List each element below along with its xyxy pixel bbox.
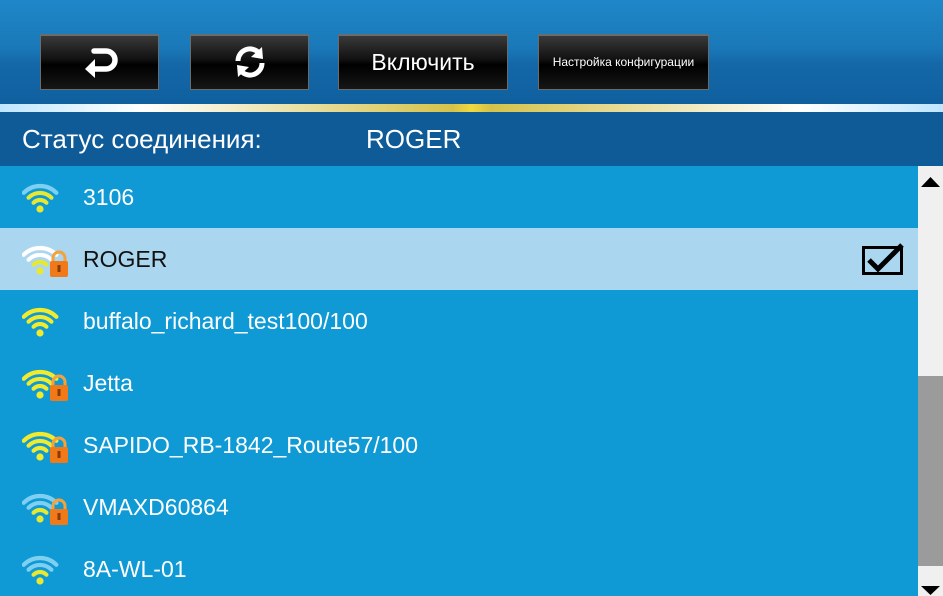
network-ssid: VMAXD60864 bbox=[83, 494, 229, 520]
network-row[interactable]: buffalo_richard_test100/100 bbox=[0, 290, 918, 352]
refresh-icon bbox=[234, 46, 265, 78]
scrollbar-thumb[interactable] bbox=[918, 376, 943, 566]
list-scrollbar[interactable] bbox=[918, 166, 943, 596]
back-button[interactable] bbox=[40, 34, 159, 90]
back-arrow-icon bbox=[84, 48, 118, 78]
enable-button-label: Включить bbox=[371, 48, 475, 75]
wifi-secured-icon bbox=[21, 240, 74, 278]
refresh-button[interactable] bbox=[190, 34, 309, 90]
wifi-signal-icon bbox=[21, 302, 74, 340]
scroll-down-button[interactable] bbox=[918, 566, 943, 596]
config-settings-button-label: Настройка конфигурации bbox=[552, 55, 695, 69]
wifi-secured-icon bbox=[21, 488, 74, 526]
network-row[interactable]: VMAXD60864 bbox=[0, 476, 918, 538]
connection-status-bar: Статус соединения: ROGER bbox=[0, 112, 943, 166]
network-ssid: 8A-WL-01 bbox=[83, 556, 187, 582]
network-ssid: 3106 bbox=[83, 184, 135, 210]
network-row[interactable]: SAPIDO_RB-1842_Route57/100 bbox=[0, 414, 918, 476]
network-row[interactable]: 3106 bbox=[0, 166, 918, 228]
enable-button[interactable]: Включить bbox=[338, 34, 508, 90]
wifi-signal-icon bbox=[21, 550, 74, 588]
network-ssid: SAPIDO_RB-1842_Route57/100 bbox=[83, 432, 418, 458]
toolbar: Включить Настройка конфигурации bbox=[0, 0, 943, 106]
wifi-signal-icon bbox=[21, 178, 74, 216]
network-ssid: ROGER bbox=[83, 246, 168, 272]
connected-checkbox-icon[interactable] bbox=[862, 243, 904, 275]
config-settings-button[interactable]: Настройка конфигурации bbox=[538, 34, 709, 90]
wifi-secured-icon bbox=[21, 426, 74, 464]
network-row[interactable]: 8A-WL-01 bbox=[0, 538, 918, 596]
network-row[interactable]: ROGER bbox=[0, 228, 918, 290]
network-ssid: buffalo_richard_test100/100 bbox=[83, 308, 368, 334]
wifi-settings-screen: Включить Настройка конфигурации Статус с… bbox=[0, 0, 943, 596]
connection-status-label: Статус соединения: bbox=[22, 124, 262, 154]
scroll-down-arrow-icon bbox=[921, 586, 940, 595]
toolbar-divider bbox=[0, 104, 943, 112]
network-ssid: Jetta bbox=[83, 370, 133, 396]
scroll-up-button[interactable] bbox=[918, 166, 943, 198]
network-list: 3106 ROGER buffalo_richard_test100/100 Jett… bbox=[0, 166, 918, 596]
scroll-up-arrow-icon bbox=[921, 177, 940, 187]
network-row[interactable]: Jetta bbox=[0, 352, 918, 414]
connection-status-value: ROGER bbox=[366, 124, 462, 154]
wifi-secured-icon bbox=[21, 364, 74, 402]
